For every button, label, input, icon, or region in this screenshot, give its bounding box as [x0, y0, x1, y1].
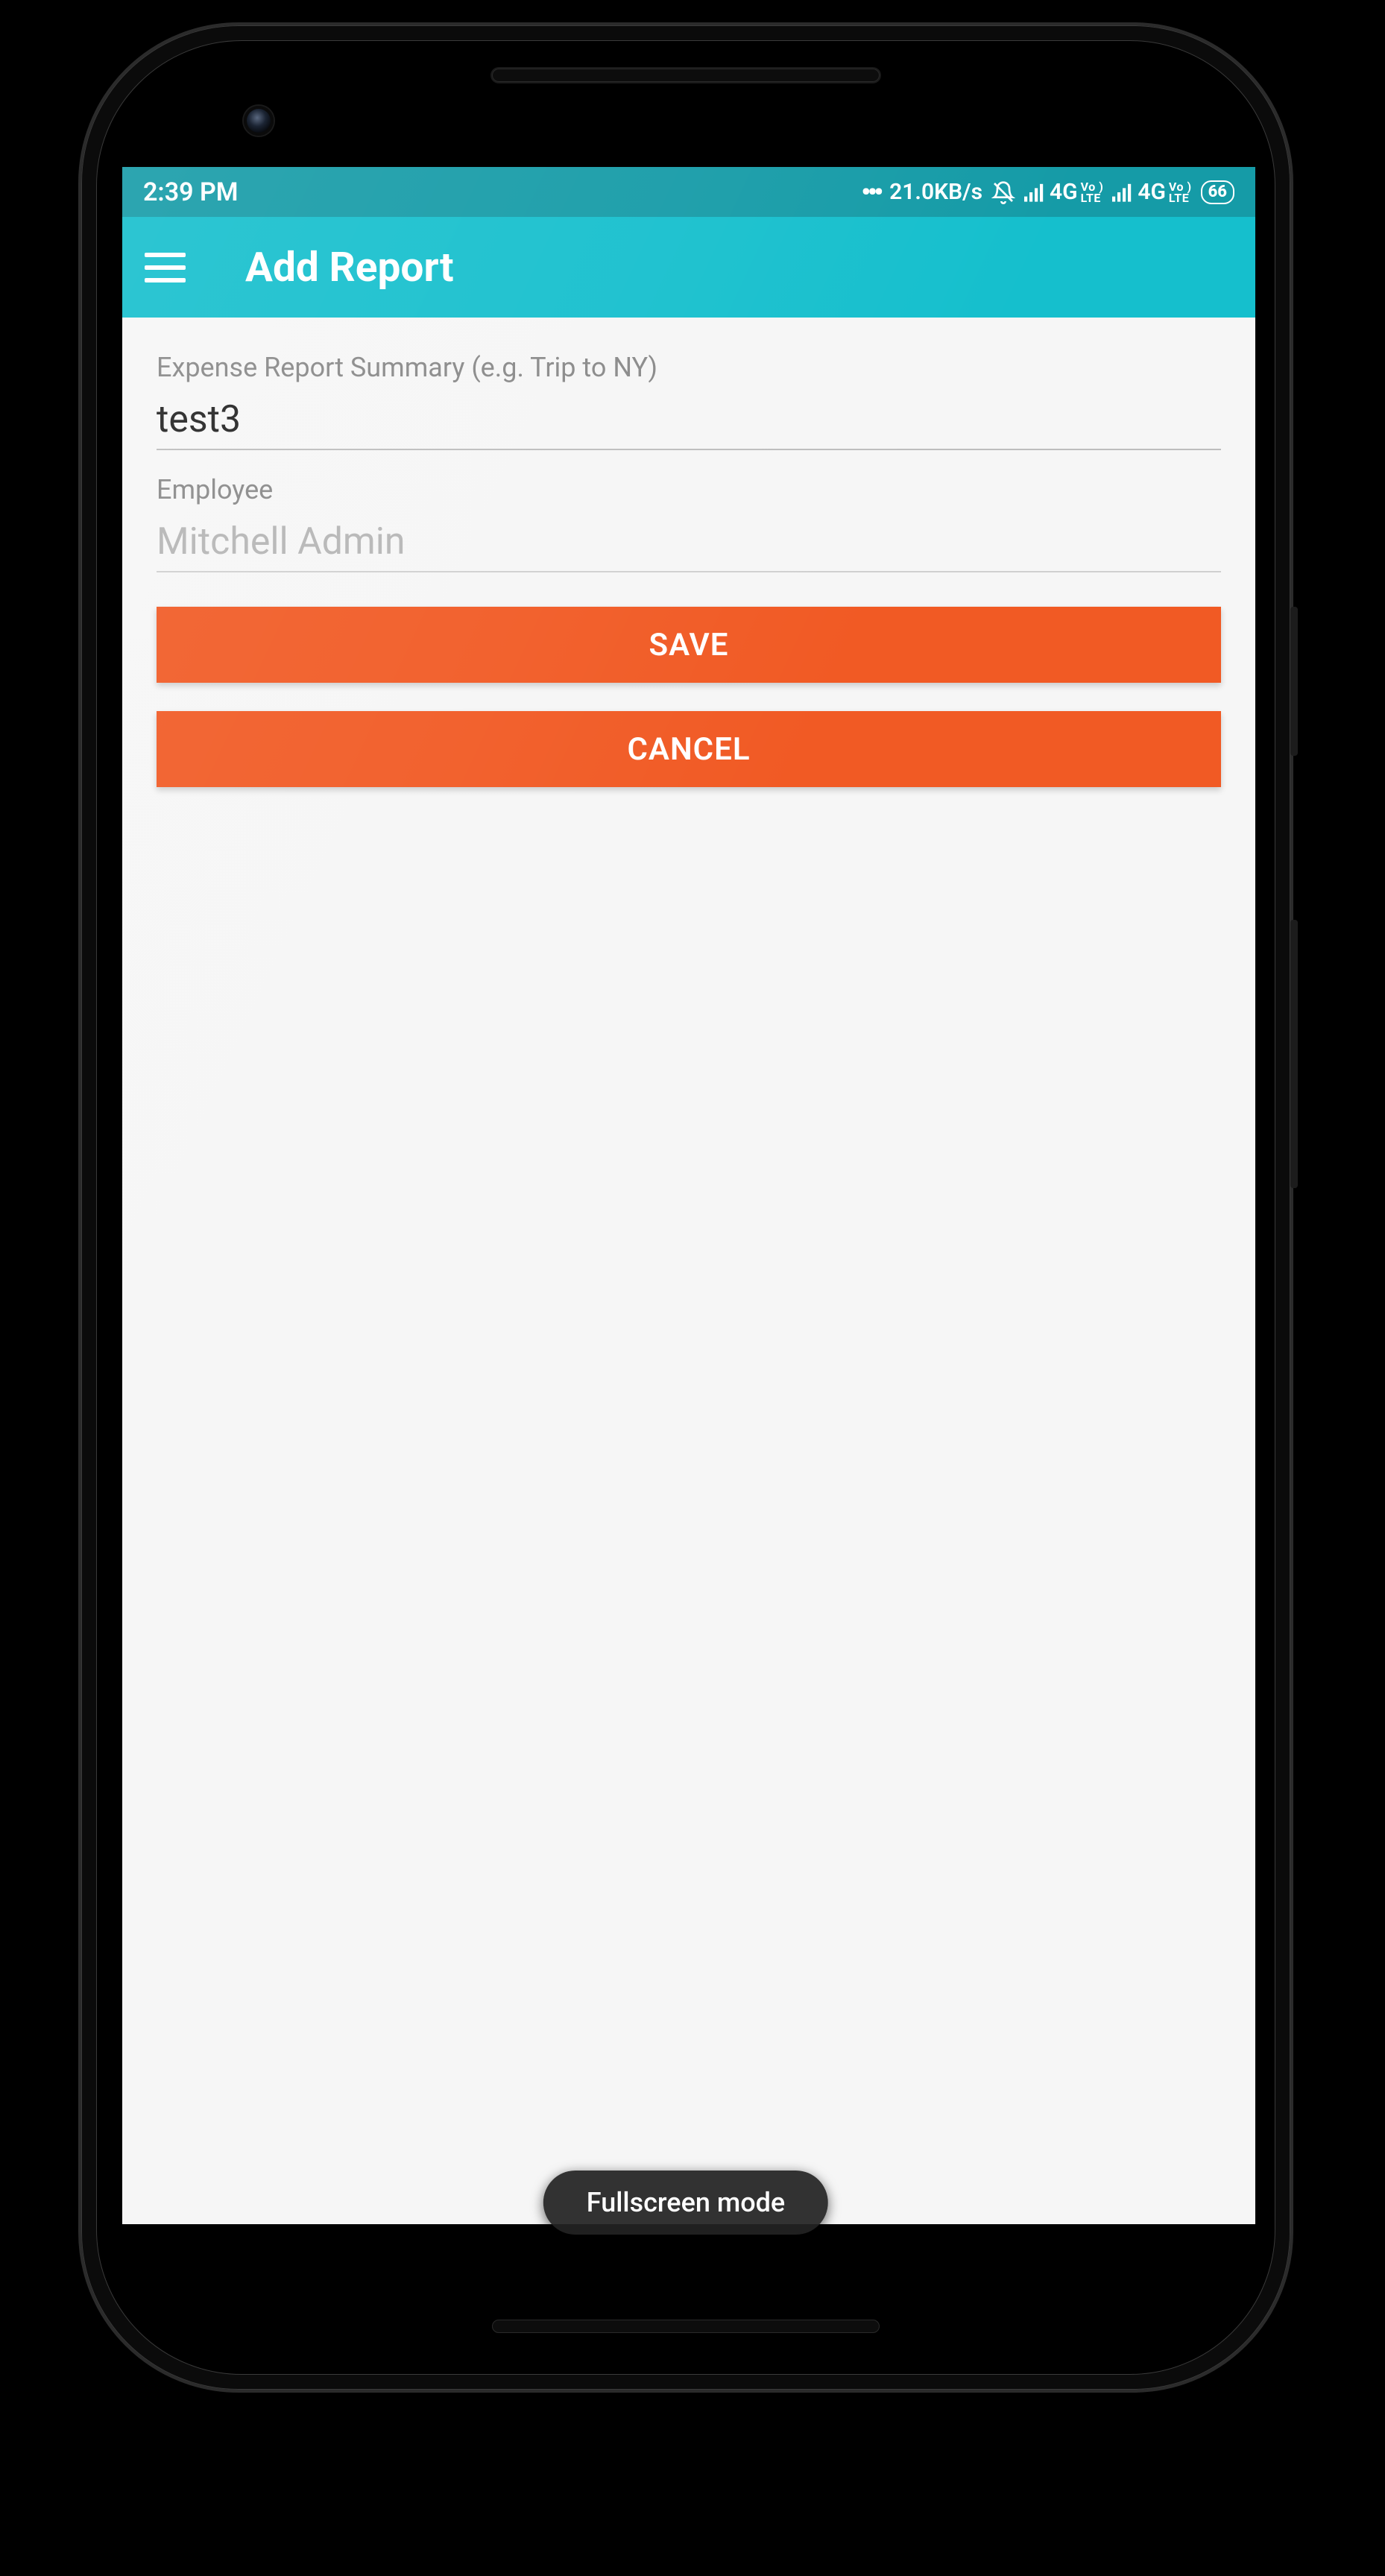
side-button-2 [1290, 920, 1298, 1188]
form-body: Expense Report Summary (e.g. Trip to NY)… [122, 318, 1255, 787]
status-bar: 2:39 PM ••• 21.0KB/s 4G Vo ) LT [122, 167, 1255, 217]
earpiece [492, 69, 880, 82]
signal-1: 4G Vo ) LTE [1024, 179, 1103, 205]
stage: 2:39 PM ••• 21.0KB/s 4G Vo ) LT [0, 0, 1385, 2576]
volte-bottom-1: LTE [1081, 192, 1101, 203]
summary-field: Expense Report Summary (e.g. Trip to NY) [157, 352, 1221, 450]
front-camera [244, 106, 274, 136]
fullscreen-toast: Fullscreen mode [543, 2171, 828, 2235]
app-bar: Add Report [122, 217, 1255, 318]
volte-bottom-2: LTE [1169, 192, 1189, 203]
save-button[interactable]: SAVE [157, 607, 1221, 683]
menu-icon[interactable] [145, 253, 186, 282]
battery-level: 66 [1208, 183, 1227, 202]
status-right: ••• 21.0KB/s 4G Vo ) LTE [861, 177, 1234, 207]
summary-label: Expense Report Summary (e.g. Trip to NY) [157, 352, 1221, 383]
signal-2: 4G Vo ) LTE [1112, 179, 1191, 205]
employee-label: Employee [157, 474, 1221, 505]
status-time: 2:39 PM [143, 177, 239, 207]
cancel-button[interactable]: CANCEL [157, 711, 1221, 787]
more-dots-icon: ••• [861, 177, 880, 207]
dnd-icon [991, 180, 1015, 204]
page-title: Add Report [245, 244, 454, 291]
network-label-2: 4G [1138, 179, 1166, 205]
employee-input[interactable]: Mitchell Admin [157, 505, 1221, 572]
signal-bars-icon [1024, 183, 1045, 202]
phone-frame: 2:39 PM ••• 21.0KB/s 4G Vo ) LT [78, 22, 1293, 2393]
bottom-speaker [492, 2320, 880, 2333]
screen: 2:39 PM ••• 21.0KB/s 4G Vo ) LT [122, 167, 1255, 2224]
battery-pill: 66 [1201, 180, 1234, 204]
signal-bars-icon-2 [1112, 183, 1133, 202]
network-speed: 21.0KB/s [889, 179, 982, 205]
side-button-1 [1290, 607, 1298, 756]
network-label-1: 4G [1050, 179, 1078, 205]
summary-input[interactable] [157, 383, 1221, 450]
employee-field: Employee Mitchell Admin [157, 474, 1221, 572]
